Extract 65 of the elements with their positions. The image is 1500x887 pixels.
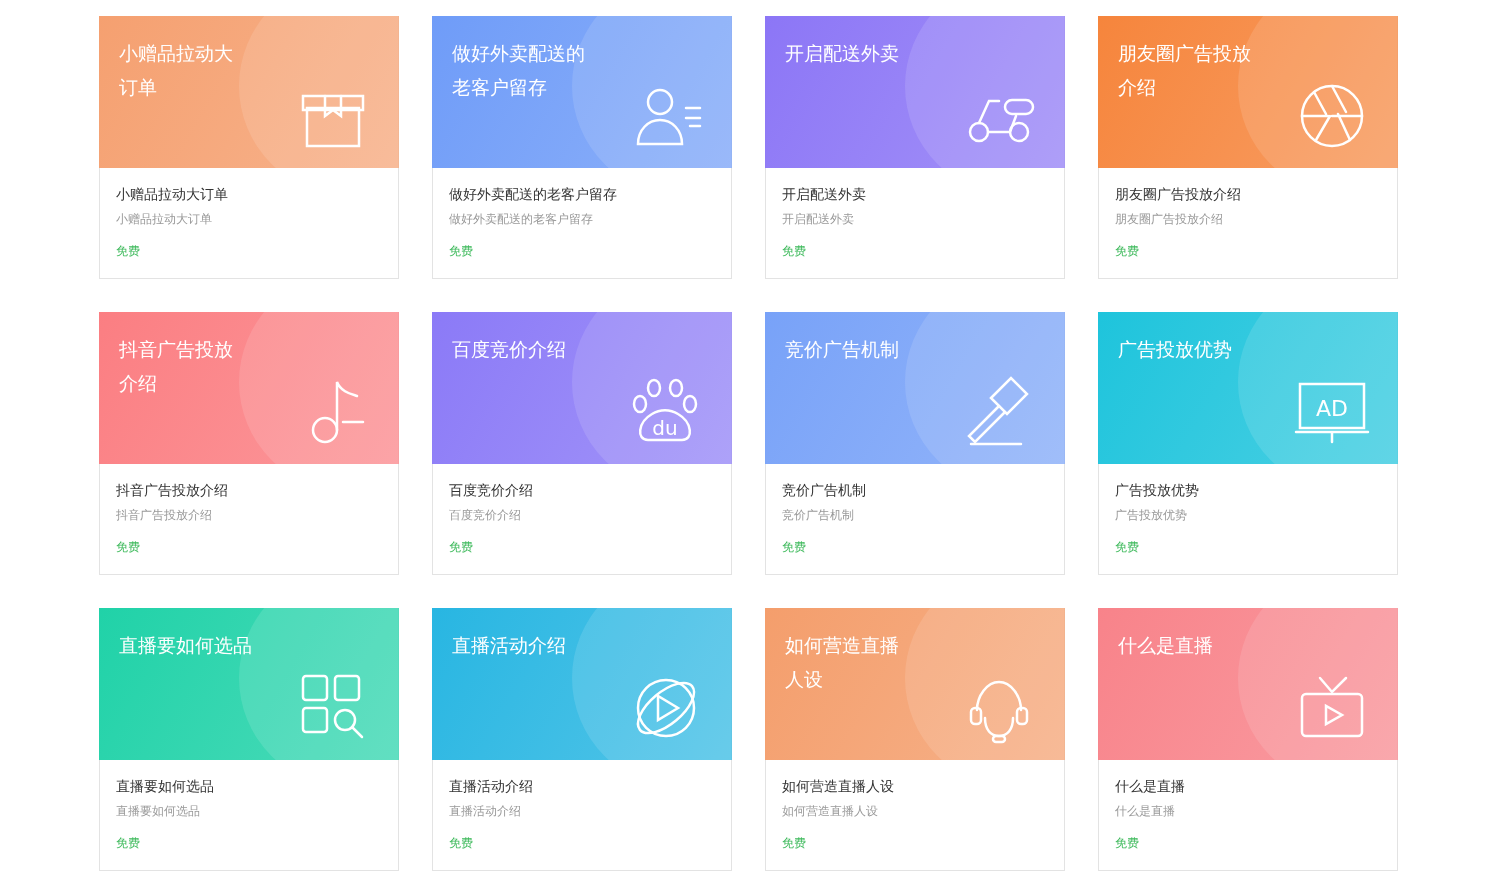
course-card[interactable]: 朋友圈广告投放 介绍 朋友圈广告投放介绍 朋友圈广告投放介绍 免费 bbox=[1098, 16, 1398, 279]
card-subtitle: 直播要如何选品 bbox=[116, 803, 201, 820]
banner-title: 人设 bbox=[785, 667, 824, 692]
banner-title: 介绍 bbox=[119, 371, 158, 396]
price-label: 免费 bbox=[782, 539, 807, 556]
banner-title: 介绍 bbox=[1118, 75, 1157, 100]
banner-title: 开启配送外卖 bbox=[785, 41, 900, 66]
course-card[interactable]: 百度竞价介绍 du 百度竞价介绍 百度竞价介绍 免费 bbox=[432, 312, 732, 575]
card-title: 小赠品拉动大订单 bbox=[116, 185, 229, 204]
price-label: 免费 bbox=[1115, 243, 1140, 260]
price-label: 免费 bbox=[116, 539, 141, 556]
card-title: 做好外卖配送的老客户留存 bbox=[449, 185, 618, 204]
price-label: 免费 bbox=[449, 539, 474, 556]
banner-title: 竞价广告机制 bbox=[785, 337, 900, 362]
card-title: 直播要如何选品 bbox=[116, 777, 215, 796]
card-subtitle: 开启配送外卖 bbox=[782, 211, 855, 228]
banner-title: 直播要如何选品 bbox=[119, 633, 253, 658]
card-title: 朋友圈广告投放介绍 bbox=[1115, 185, 1242, 204]
course-card[interactable]: 竞价广告机制 竞价广告机制 竞价广告机制 免费 bbox=[765, 312, 1065, 575]
banner-title: 如何营造直播 bbox=[785, 633, 900, 658]
banner-title: 老客户留存 bbox=[452, 75, 548, 100]
card-subtitle: 广告投放优势 bbox=[1115, 507, 1188, 524]
price-label: 免费 bbox=[449, 243, 474, 260]
course-card[interactable]: 抖音广告投放 介绍 抖音广告投放介绍 抖音广告投放介绍 免费 bbox=[99, 312, 399, 575]
card-subtitle: 竞价广告机制 bbox=[782, 507, 855, 524]
banner-title: 订单 bbox=[119, 75, 158, 100]
banner-title: 朋友圈广告投放 bbox=[1118, 41, 1252, 66]
banner-title: 抖音广告投放 bbox=[119, 337, 234, 362]
card-subtitle: 朋友圈广告投放介绍 bbox=[1115, 211, 1224, 228]
card-title: 直播活动介绍 bbox=[449, 777, 534, 796]
card-subtitle: 直播活动介绍 bbox=[449, 803, 522, 820]
banner-title: 小赠品拉动大 bbox=[119, 41, 234, 66]
card-title: 竞价广告机制 bbox=[782, 481, 867, 500]
card-title: 百度竞价介绍 bbox=[449, 481, 534, 500]
course-card[interactable]: 什么是直播 什么是直播 什么是直播 免费 bbox=[1098, 608, 1398, 871]
course-card[interactable]: 直播活动介绍 直播活动介绍 直播活动介绍 免费 bbox=[432, 608, 732, 871]
price-label: 免费 bbox=[1115, 539, 1140, 556]
card-title: 抖音广告投放介绍 bbox=[116, 481, 229, 500]
course-card[interactable]: 广告投放优势 AD 广告投放优势 广告投放优势 免费 bbox=[1098, 312, 1398, 575]
card-subtitle: 百度竞价介绍 bbox=[449, 507, 522, 524]
price-label: 免费 bbox=[116, 243, 141, 260]
course-card[interactable]: 如何营造直播 人设 如何营造直播人设 如何营造直播人设 免费 bbox=[765, 608, 1065, 871]
banner-title: 做好外卖配送的 bbox=[452, 41, 586, 66]
price-label: 免费 bbox=[782, 835, 807, 852]
price-label: 免费 bbox=[1115, 835, 1140, 852]
card-subtitle: 抖音广告投放介绍 bbox=[116, 507, 213, 524]
card-subtitle: 如何营造直播人设 bbox=[782, 803, 879, 820]
card-title: 广告投放优势 bbox=[1115, 481, 1200, 500]
price-label: 免费 bbox=[116, 835, 141, 852]
card-title: 如何营造直播人设 bbox=[782, 777, 895, 796]
course-card[interactable]: 直播要如何选品 直播要如何选品 直播要如何选品 免费 bbox=[99, 608, 399, 871]
banner-title: 什么是直播 bbox=[1118, 633, 1214, 658]
banner-title: 广告投放优势 bbox=[1118, 337, 1233, 362]
price-label: 免费 bbox=[449, 835, 474, 852]
course-card[interactable]: 开启配送外卖 开启配送外卖 开启配送外卖 免费 bbox=[765, 16, 1065, 279]
card-title: 什么是直播 bbox=[1115, 777, 1186, 796]
card-title: 开启配送外卖 bbox=[782, 185, 867, 204]
card-subtitle: 做好外卖配送的老客户留存 bbox=[449, 211, 594, 228]
card-subtitle: 什么是直播 bbox=[1115, 803, 1176, 820]
banner-title: 百度竞价介绍 bbox=[452, 337, 567, 362]
card-subtitle: 小赠品拉动大订单 bbox=[116, 211, 213, 228]
banner-title: 直播活动介绍 bbox=[452, 633, 567, 658]
course-card[interactable]: 做好外卖配送的 老客户留存 做好外卖配送的老客户留存 做好外卖配送的老客户留存 免费 bbox=[432, 16, 732, 279]
course-card[interactable]: 小赠品拉动大 订单 小赠品拉动大订单 小赠品拉动大订单 免费 bbox=[99, 16, 399, 279]
price-label: 免费 bbox=[782, 243, 807, 260]
